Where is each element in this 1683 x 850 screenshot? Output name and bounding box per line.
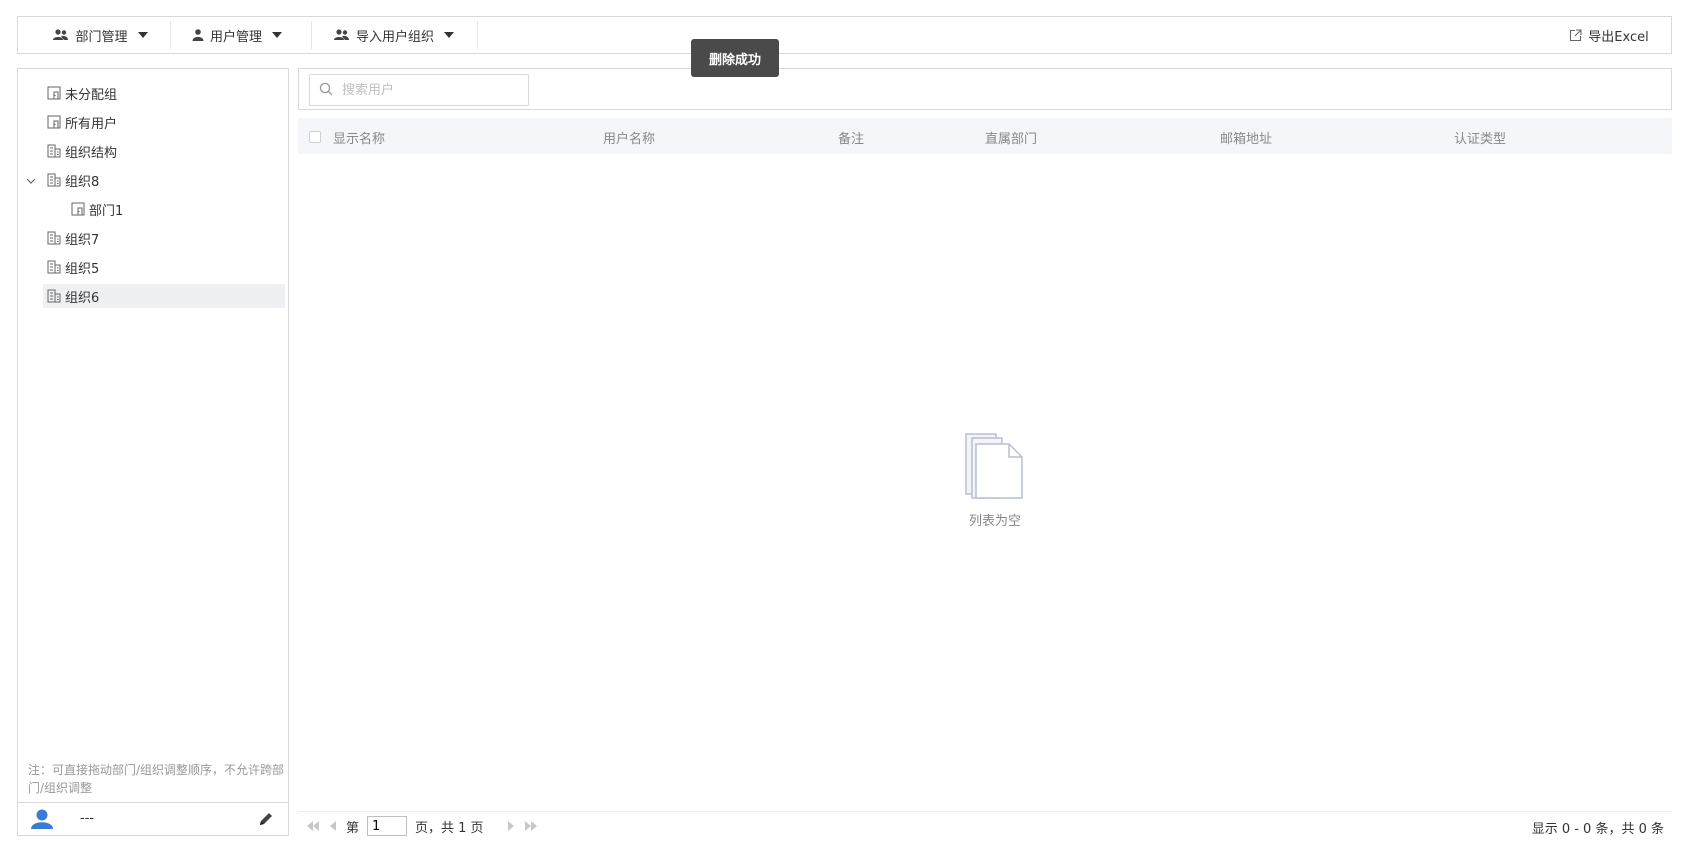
building-icon: [47, 144, 61, 158]
tree-item-all-users[interactable]: 所有用户: [43, 110, 117, 134]
building-icon: [47, 173, 61, 187]
user-management-label: 用户管理: [209, 29, 262, 45]
tree-item-org7[interactable]: 组织7: [43, 226, 99, 250]
dept-icon: [47, 115, 61, 129]
current-user-name: ---: [80, 811, 95, 826]
toolbar-divider: [477, 21, 478, 49]
next-page-icon: [507, 821, 514, 831]
dept-icon: [47, 86, 61, 100]
search-icon: [319, 82, 333, 96]
page-number-input[interactable]: [367, 816, 408, 836]
tree-item-label: 部门1: [89, 203, 124, 219]
caret-down-icon: [272, 32, 282, 38]
users-icon: [333, 29, 349, 40]
import-org-label: 导入用户组织: [355, 29, 434, 45]
dept-management-label: 部门管理: [75, 29, 128, 45]
current-user-bar: ---: [17, 802, 289, 836]
column-department[interactable]: 直属部门: [985, 128, 1037, 147]
tree-item-org8[interactable]: 组织8: [43, 168, 99, 192]
toast-message: 删除成功: [691, 39, 779, 77]
export-excel-label: 导出Excel: [1588, 29, 1649, 45]
page-suffix: 页，共 1 页: [415, 820, 484, 836]
tree-item-label: 组织8: [65, 174, 100, 190]
toolbar: 部门管理 用户管理 导入用户组织 导出Excel: [17, 16, 1672, 54]
users-icon: [53, 29, 69, 40]
tree-item-dept1[interactable]: 部门1: [67, 197, 123, 221]
first-page-button[interactable]: [306, 819, 320, 833]
user-avatar-icon: [31, 809, 53, 829]
next-page-button[interactable]: [506, 819, 516, 833]
column-display-name[interactable]: 显示名称: [333, 128, 385, 147]
tree-item-org5[interactable]: 组织5: [43, 255, 99, 279]
tree-item-label: 未分配组: [65, 87, 118, 103]
last-page-icon: [524, 821, 537, 831]
building-icon: [47, 260, 61, 274]
tree-item-label: 组织结构: [65, 145, 118, 161]
export-excel-button[interactable]: 导出Excel: [1561, 17, 1657, 53]
pager: 第 页，共 1 页: [306, 816, 538, 836]
toolbar-divider: [311, 21, 312, 49]
search-bar: [298, 68, 1672, 110]
tree-item-org-structure[interactable]: 组织结构: [43, 139, 117, 163]
search-input[interactable]: [309, 74, 529, 106]
first-page-icon: [307, 821, 319, 831]
last-page-button[interactable]: [524, 819, 538, 833]
empty-state: 列表为空: [955, 432, 1035, 529]
select-all-checkbox[interactable]: [309, 131, 321, 143]
tree-item-org6[interactable]: 组织6: [43, 284, 285, 308]
table-header: 显示名称 用户名称 备注 直属部门 邮箱地址 认证类型: [298, 118, 1672, 154]
user-icon: [192, 29, 204, 41]
empty-documents-icon: [965, 433, 1023, 499]
caret-down-icon: [137, 32, 148, 38]
tree-item-unassigned[interactable]: 未分配组: [43, 81, 117, 105]
chevron-down-icon[interactable]: [26, 176, 36, 186]
tree-item-label: 组织6: [65, 290, 100, 306]
drag-hint-note: 注：可直接拖动部门/组织调整顺序，不允许跨部门/组织调整: [28, 763, 285, 795]
column-email[interactable]: 邮箱地址: [1220, 128, 1272, 147]
building-icon: [47, 289, 61, 303]
export-icon: [1570, 28, 1582, 41]
pagination-bar: 第 页，共 1 页 显示 0 - 0 条，共 0 条: [298, 811, 1672, 839]
pencil-icon[interactable]: [258, 811, 274, 827]
tree-item-label: 所有用户: [65, 116, 118, 132]
prev-page-button[interactable]: [328, 819, 338, 833]
page-prefix: 第: [346, 820, 360, 836]
building-icon: [47, 231, 61, 245]
user-management-menu-button[interactable]: 用户管理: [171, 17, 303, 53]
import-org-menu-button[interactable]: 导入用户组织: [314, 17, 474, 53]
dept-icon: [71, 202, 85, 216]
column-remark[interactable]: 备注: [838, 128, 864, 147]
caret-down-icon: [444, 32, 454, 38]
prev-page-icon: [330, 821, 336, 831]
tree-item-label: 组织5: [65, 261, 100, 277]
column-user-name[interactable]: 用户名称: [603, 128, 655, 147]
empty-text: 列表为空: [968, 514, 1021, 529]
column-auth-type[interactable]: 认证类型: [1454, 128, 1506, 147]
tree-item-label: 组织7: [65, 232, 100, 248]
record-summary: 显示 0 - 0 条，共 0 条: [1531, 822, 1664, 837]
dept-management-menu-button[interactable]: 部门管理: [28, 17, 173, 53]
org-tree-panel: 未分配组 所有用户 组织结构 组织8 部门1 组织7 组织5 组织6 注：可直接…: [17, 68, 289, 803]
